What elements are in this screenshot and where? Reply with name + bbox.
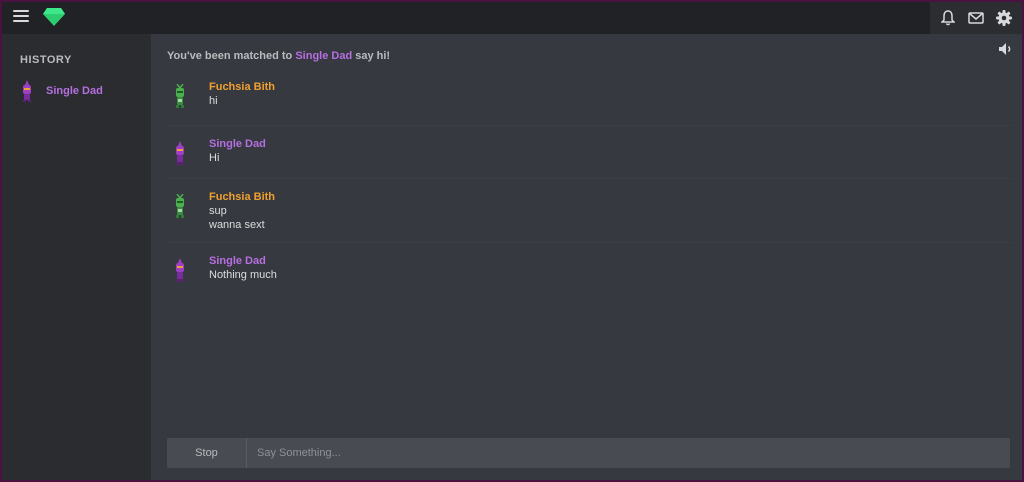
message-text: hi [209, 95, 218, 107]
message-author[interactable]: Single Dad [209, 137, 266, 151]
purple-avatar-icon [167, 252, 193, 287]
speaker-icon[interactable] [998, 42, 1014, 56]
history-sidebar: HISTORY Single Dad [2, 34, 151, 480]
gear-icon[interactable] [994, 8, 1014, 28]
history-item-label: Single Dad [46, 85, 103, 97]
history-item-single-dad[interactable]: Single Dad [20, 78, 145, 104]
message-composer: Stop [167, 438, 1010, 468]
message-author[interactable]: Single Dad [209, 254, 277, 268]
green-avatar-icon [167, 78, 193, 115]
chat-message: Fuchsia Bith sup wanna sext [167, 179, 1012, 243]
stop-button[interactable]: Stop [167, 438, 247, 468]
green-avatar-icon [167, 188, 193, 232]
mail-icon[interactable] [966, 8, 986, 28]
hamburger-menu-icon[interactable] [13, 10, 29, 24]
app-window: HISTORY Single Dad You've been matched t… [0, 0, 1024, 482]
match-notice-suffix: say hi! [355, 50, 391, 62]
chat-main: You've been matched to Single Dad say hi… [151, 34, 1022, 480]
message-input[interactable] [247, 438, 1010, 468]
top-bar [2, 2, 1022, 34]
message-text: sup [209, 205, 227, 217]
bell-icon[interactable] [938, 8, 958, 28]
purple-avatar-icon [167, 135, 193, 168]
chat-message: Fuchsia Bith hi [167, 74, 1012, 126]
match-notice: You've been matched to Single Dad say hi… [167, 50, 390, 62]
message-author[interactable]: Fuchsia Bith [209, 190, 275, 204]
message-text: wanna sext [209, 219, 265, 231]
chat-message: Single Dad Hi [167, 126, 1012, 179]
match-notice-prefix: You've been matched to [167, 50, 293, 62]
message-text: Hi [209, 152, 220, 164]
purple-avatar-icon [23, 80, 31, 102]
message-list: Fuchsia Bith hi Single Dad Hi Fuchsia Bi… [167, 74, 1012, 297]
top-right-actions [930, 2, 1022, 34]
gem-logo-icon[interactable] [43, 8, 65, 26]
message-text: Nothing much [209, 269, 277, 281]
message-author[interactable]: Fuchsia Bith [209, 80, 275, 94]
history-title: HISTORY [20, 54, 72, 66]
chat-message: Single Dad Nothing much [167, 243, 1012, 297]
match-notice-name[interactable]: Single Dad [295, 50, 352, 62]
